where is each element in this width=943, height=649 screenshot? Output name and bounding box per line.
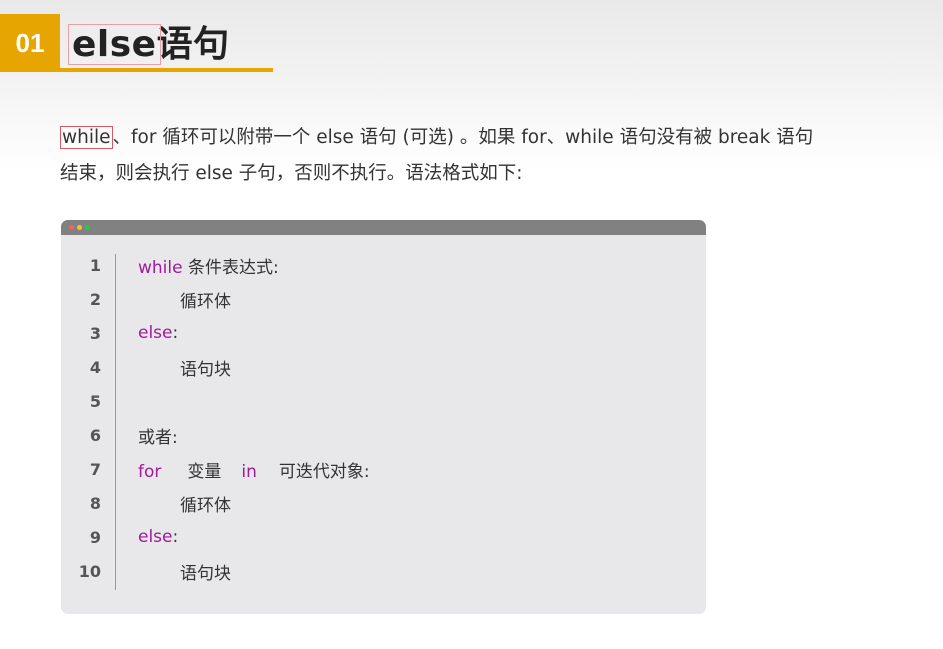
line-number: 6 [89, 425, 101, 445]
code-text: 语句块 [138, 559, 231, 584]
keyword: while [138, 257, 183, 278]
code-line: 7 for 变量 in 可迭代对象: [61, 452, 706, 486]
code-fragment: 循环体 [180, 495, 231, 516]
window-controls [69, 225, 90, 230]
code-line: 8 循环体 [61, 486, 706, 520]
maximize-dot-icon [85, 225, 90, 230]
code-text: 循环体 [138, 491, 231, 516]
code-fragment: : [172, 323, 179, 343]
code-text: else: [138, 527, 178, 547]
line-number: 9 [89, 527, 101, 547]
code-fragment: : [172, 527, 179, 547]
code-text: 或者: [138, 427, 178, 448]
code-body: 1 while 条件表达式: 2 循环体 3 else: 4 语句块 5 6 或… [61, 235, 706, 614]
code-fragment: 循环体 [180, 291, 231, 312]
code-fragment: 条件表达式: [182, 257, 279, 278]
keyword: for [138, 461, 162, 482]
keyword: else [138, 323, 173, 343]
line-number: 4 [89, 357, 101, 377]
code-fragment: 语句块 [180, 359, 231, 380]
title-underline [60, 68, 273, 72]
code-line: 9 else: [61, 520, 706, 554]
section-title: else语句 [68, 15, 230, 67]
code-fragment: 语句块 [180, 563, 231, 584]
code-line: 5 [61, 384, 706, 418]
code-text: 语句块 [138, 355, 231, 380]
code-panel: 1 while 条件表达式: 2 循环体 3 else: 4 语句块 5 6 或… [61, 220, 706, 614]
code-text: while 条件表达式: [138, 253, 279, 278]
line-number: 1 [89, 255, 101, 275]
intro-line-2: 结束，则会执行 else 子句，否则不执行。语法格式如下: [60, 163, 523, 184]
intro-paragraph: while 、for 循环可以附带一个 else 语句 (可选) 。如果 for、… [60, 120, 935, 192]
code-line: 1 while 条件表达式: [61, 248, 706, 282]
section-title-keyword: else [68, 24, 161, 65]
line-number: 10 [78, 561, 101, 581]
intro-line-1: while 、for 循环可以附带一个 else 语句 (可选) 。如果 for、… [60, 120, 935, 156]
code-line: 3 else: [61, 316, 706, 350]
section-title-suffix: 语句 [156, 24, 230, 65]
code-text: 循环体 [138, 287, 231, 312]
code-line: 2 循环体 [61, 282, 706, 316]
line-number: 8 [89, 493, 101, 513]
code-fragment: 变量 [187, 461, 222, 482]
line-number: 5 [89, 391, 101, 411]
line-number: 7 [89, 459, 101, 479]
intro-line-1-text: 、for 循环可以附带一个 else 语句 (可选) 。如果 for、while… [112, 127, 814, 148]
code-window-titlebar [61, 220, 706, 235]
highlighted-word: while [60, 126, 113, 149]
code-line: 6 或者: [61, 418, 706, 452]
code-line: 4 语句块 [61, 350, 706, 384]
code-text: for 变量 in 可迭代对象: [138, 457, 370, 482]
line-number: 2 [89, 289, 101, 309]
line-number: 3 [89, 323, 101, 343]
keyword: in [241, 461, 257, 482]
keyword: else [138, 527, 173, 547]
code-fragment: 可迭代对象: [278, 461, 370, 482]
code-line: 10 语句块 [61, 554, 706, 588]
code-text: else: [138, 323, 178, 343]
minimize-dot-icon [77, 225, 82, 230]
section-number: 01 [0, 14, 60, 72]
section-title-wrap: else语句 [68, 14, 230, 68]
section-header: 01 else语句 [0, 14, 275, 72]
close-dot-icon [69, 225, 74, 230]
